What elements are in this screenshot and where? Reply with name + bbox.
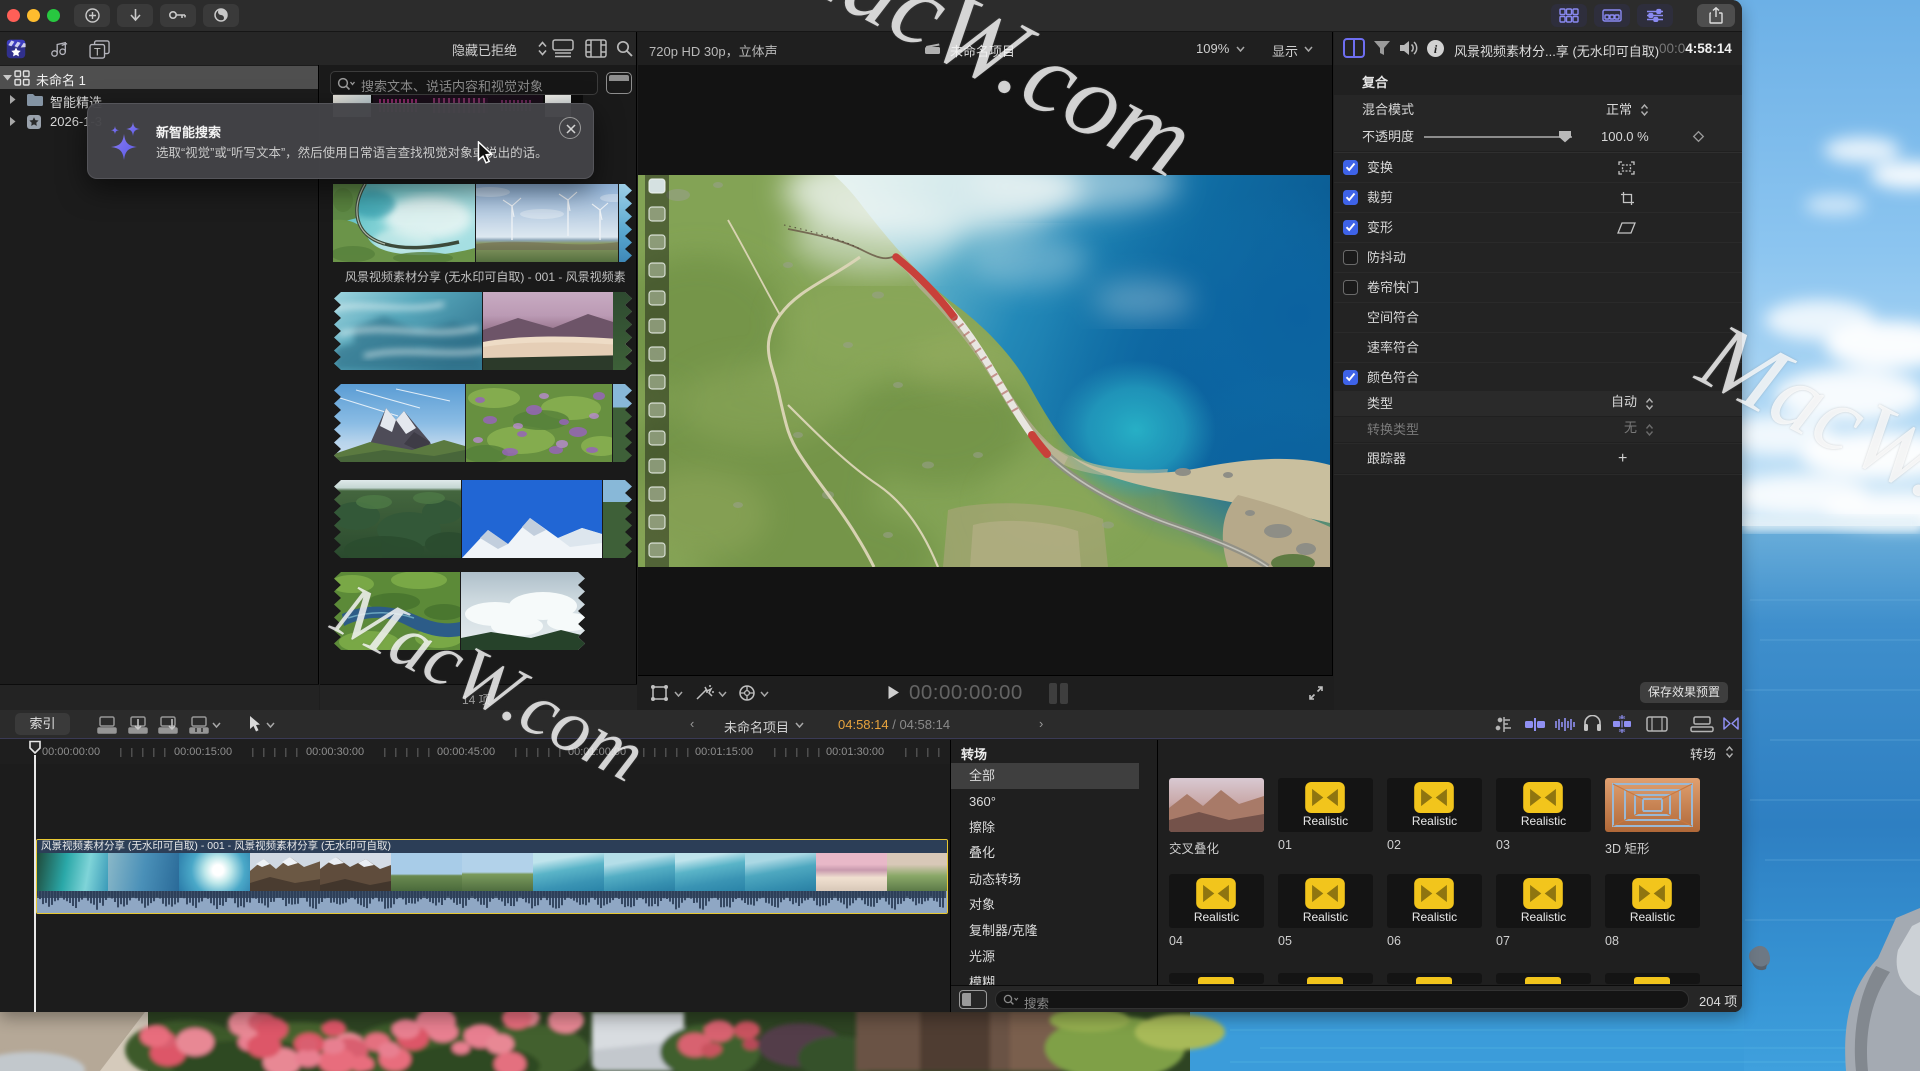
svg-text:T: T — [94, 46, 101, 58]
